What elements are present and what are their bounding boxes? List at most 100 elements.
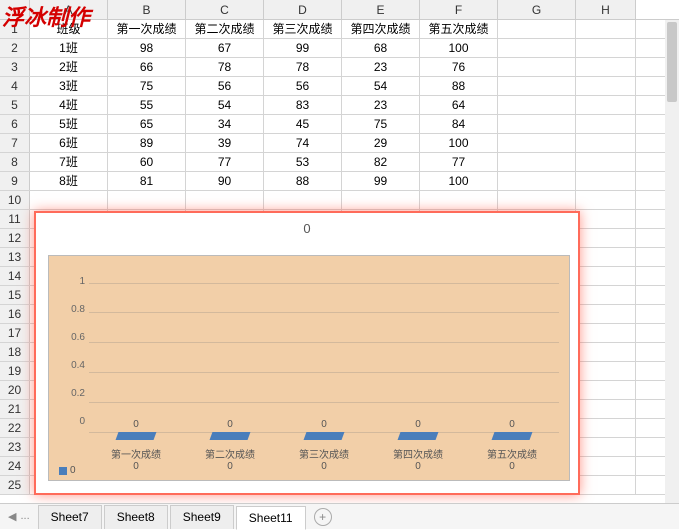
cell-A4[interactable]: 3班 <box>30 77 108 95</box>
col-header-D[interactable]: D <box>264 0 342 19</box>
row-header[interactable]: 12 <box>0 229 30 247</box>
cell-H3[interactable] <box>576 58 636 76</box>
cell-B3[interactable]: 66 <box>108 58 186 76</box>
cell-G6[interactable] <box>498 115 576 133</box>
cell-D6[interactable]: 45 <box>264 115 342 133</box>
cell-F1[interactable]: 第五次成绩 <box>420 20 498 38</box>
cell-H24[interactable] <box>576 457 636 475</box>
cell-C9[interactable]: 90 <box>186 172 264 190</box>
cell-D7[interactable]: 74 <box>264 134 342 152</box>
col-header-B[interactable]: B <box>108 0 186 19</box>
cell-H13[interactable] <box>576 248 636 266</box>
cell-B4[interactable]: 75 <box>108 77 186 95</box>
cell-H1[interactable] <box>576 20 636 38</box>
select-all-corner[interactable] <box>0 0 30 19</box>
cell-F5[interactable]: 64 <box>420 96 498 114</box>
cell-H2[interactable] <box>576 39 636 57</box>
cell-E4[interactable]: 54 <box>342 77 420 95</box>
cell-H18[interactable] <box>576 343 636 361</box>
cell-A7[interactable]: 6班 <box>30 134 108 152</box>
row-header[interactable]: 17 <box>0 324 30 342</box>
cell-B5[interactable]: 55 <box>108 96 186 114</box>
cell-B10[interactable] <box>108 191 186 209</box>
row-header[interactable]: 24 <box>0 457 30 475</box>
cell-C7[interactable]: 39 <box>186 134 264 152</box>
cell-D10[interactable] <box>264 191 342 209</box>
cell-A10[interactable] <box>30 191 108 209</box>
col-header-C[interactable]: C <box>186 0 264 19</box>
cell-A1[interactable]: 班级 <box>30 20 108 38</box>
col-header-G[interactable]: G <box>498 0 576 19</box>
cell-H20[interactable] <box>576 381 636 399</box>
cell-H17[interactable] <box>576 324 636 342</box>
col-header-H[interactable]: H <box>576 0 636 19</box>
row-header[interactable]: 14 <box>0 267 30 285</box>
cell-H14[interactable] <box>576 267 636 285</box>
cell-B9[interactable]: 81 <box>108 172 186 190</box>
cell-D5[interactable]: 83 <box>264 96 342 114</box>
cell-G4[interactable] <box>498 77 576 95</box>
row-header[interactable]: 1 <box>0 20 30 38</box>
row-header[interactable]: 2 <box>0 39 30 57</box>
row-header[interactable]: 22 <box>0 419 30 437</box>
sheet-tab-Sheet9[interactable]: Sheet9 <box>170 505 234 529</box>
cell-A9[interactable]: 8班 <box>30 172 108 190</box>
cell-B8[interactable]: 60 <box>108 153 186 171</box>
row-header[interactable]: 8 <box>0 153 30 171</box>
row-header[interactable]: 21 <box>0 400 30 418</box>
sheet-tab-Sheet8[interactable]: Sheet8 <box>104 505 168 529</box>
sheet-tab-Sheet11[interactable]: Sheet11 <box>236 506 306 530</box>
cell-B1[interactable]: 第一次成绩 <box>108 20 186 38</box>
cell-C3[interactable]: 78 <box>186 58 264 76</box>
cell-H15[interactable] <box>576 286 636 304</box>
row-header[interactable]: 10 <box>0 191 30 209</box>
cell-D3[interactable]: 78 <box>264 58 342 76</box>
cell-E3[interactable]: 23 <box>342 58 420 76</box>
cell-E7[interactable]: 29 <box>342 134 420 152</box>
add-sheet-button[interactable]: + <box>314 508 332 526</box>
cell-A2[interactable]: 1班 <box>30 39 108 57</box>
cell-E8[interactable]: 82 <box>342 153 420 171</box>
cell-F4[interactable]: 88 <box>420 77 498 95</box>
vertical-scrollbar[interactable] <box>665 20 679 503</box>
cell-H12[interactable] <box>576 229 636 247</box>
cell-C8[interactable]: 77 <box>186 153 264 171</box>
cell-C5[interactable]: 54 <box>186 96 264 114</box>
cell-H9[interactable] <box>576 172 636 190</box>
cell-E10[interactable] <box>342 191 420 209</box>
row-header[interactable]: 23 <box>0 438 30 456</box>
cell-F7[interactable]: 100 <box>420 134 498 152</box>
sheet-tab-Sheet7[interactable]: Sheet7 <box>38 505 102 529</box>
cell-B7[interactable]: 89 <box>108 134 186 152</box>
cell-E2[interactable]: 68 <box>342 39 420 57</box>
row-header[interactable]: 7 <box>0 134 30 152</box>
row-header[interactable]: 3 <box>0 58 30 76</box>
tab-nav-prev[interactable]: ◀ <box>8 510 16 523</box>
cell-G7[interactable] <box>498 134 576 152</box>
cell-H11[interactable] <box>576 210 636 228</box>
cell-H6[interactable] <box>576 115 636 133</box>
cell-F9[interactable]: 100 <box>420 172 498 190</box>
cell-F2[interactable]: 100 <box>420 39 498 57</box>
cell-A5[interactable]: 4班 <box>30 96 108 114</box>
col-header-F[interactable]: F <box>420 0 498 19</box>
cell-H5[interactable] <box>576 96 636 114</box>
cell-H10[interactable] <box>576 191 636 209</box>
cell-G10[interactable] <box>498 191 576 209</box>
cell-G5[interactable] <box>498 96 576 114</box>
cell-H8[interactable] <box>576 153 636 171</box>
cell-C10[interactable] <box>186 191 264 209</box>
scrollbar-thumb[interactable] <box>667 22 677 102</box>
cell-E5[interactable]: 23 <box>342 96 420 114</box>
cell-D9[interactable]: 88 <box>264 172 342 190</box>
cell-C6[interactable]: 34 <box>186 115 264 133</box>
row-header[interactable]: 20 <box>0 381 30 399</box>
col-header-A[interactable]: A <box>30 0 108 19</box>
row-header[interactable]: 9 <box>0 172 30 190</box>
cell-E1[interactable]: 第四次成绩 <box>342 20 420 38</box>
row-header[interactable]: 6 <box>0 115 30 133</box>
cell-G1[interactable] <box>498 20 576 38</box>
cell-A3[interactable]: 2班 <box>30 58 108 76</box>
cell-G2[interactable] <box>498 39 576 57</box>
cell-H19[interactable] <box>576 362 636 380</box>
